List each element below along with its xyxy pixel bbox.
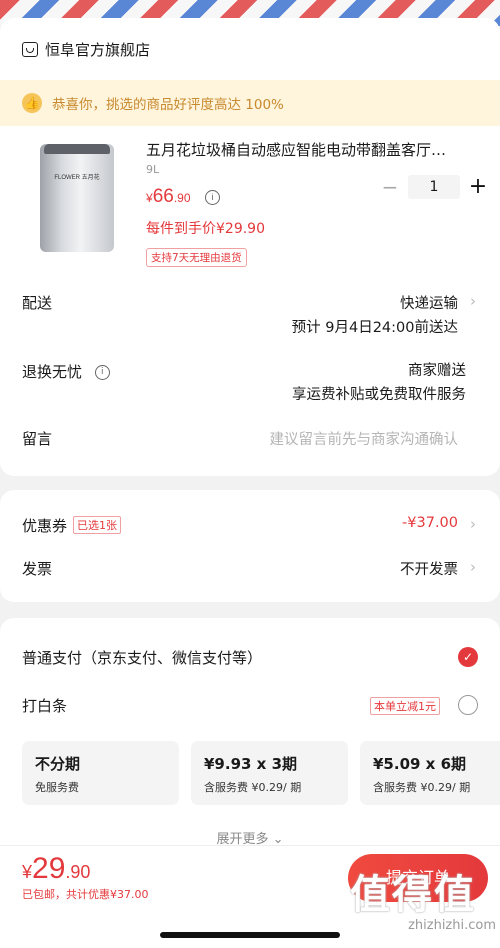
coupon-value: -¥37.00 [402, 515, 458, 531]
savings-text: 已包邮，共计优惠¥37.00 [22, 888, 149, 901]
message-input[interactable]: 建议留言前先与商家沟通确认 [270, 428, 459, 449]
delivery-method: 快递运输 [400, 296, 458, 312]
delivery-eta: 预计 9月4日24:00前送达 [291, 320, 458, 336]
product-image[interactable]: FLOWER 五月花 [40, 144, 114, 252]
returns-line1: 商家赠送 [408, 363, 466, 379]
price-decimal: .90 [173, 191, 191, 205]
info-icon[interactable]: i [204, 190, 220, 205]
installment-plan-6[interactable]: ¥5.09 x 6期 含服务费 ¥0.29/ 期 [360, 741, 500, 805]
returns-line2: 享运费补贴或免费取件服务 [292, 387, 466, 403]
installment-plan-none[interactable]: 不分期 免服务费 [22, 741, 179, 805]
praise-banner: 👍 恭喜你，挑选的商品好评度高达 100% [0, 80, 500, 126]
product-price: ¥66.90 i [146, 186, 220, 208]
payment-baitiao-label: 打白条 [22, 697, 68, 715]
home-indicator[interactable] [160, 932, 340, 938]
chevron-right-icon: › [470, 292, 476, 310]
total-decimal: .90 [65, 862, 91, 882]
returns-label: 退换无忧 i [22, 361, 110, 382]
product-row[interactable]: FLOWER 五月花 五月花垃圾桶自动感应智能电动带翻盖客厅… 9L ¥66.9… [0, 126, 500, 276]
payment-normal-label: 普通支付（京东支付、微信支付等） [22, 649, 263, 667]
coupon-row[interactable]: 优惠券 已选1张 -¥37.00 › [0, 515, 500, 539]
watermark-glyphs: 值得值 [350, 872, 476, 918]
watermark: 值得值 zhizhizhi.com [350, 862, 496, 933]
message-row[interactable]: 留言 建议留言前先与商家沟通确认 [0, 428, 500, 452]
return-tag: 支持7天无理由退货 [146, 248, 247, 267]
baitiao-radio[interactable] [458, 695, 478, 715]
total-price: ¥29.90 [22, 852, 91, 885]
chevron-right-icon: › [470, 558, 476, 576]
quantity-input[interactable]: 1 [408, 174, 460, 199]
price-integer: 66 [152, 186, 174, 207]
installment-plan-3[interactable]: ¥9.93 x 3期 含服务费 ¥0.29/ 期 [191, 741, 348, 805]
coupon-badge: 已选1张 [73, 516, 122, 534]
thumbs-up-icon: 👍 [22, 93, 42, 113]
product-title[interactable]: 五月花垃圾桶自动感应智能电动带翻盖客厅… [146, 139, 466, 160]
invoice-label: 发票 [22, 560, 53, 578]
total-integer: 29 [32, 852, 66, 885]
message-label: 留言 [22, 430, 53, 448]
info-icon[interactable]: i [94, 365, 110, 380]
chevron-right-icon: › [470, 515, 476, 533]
delivery-label: 配送 [22, 294, 53, 312]
coupon-label: 优惠券 已选1张 [22, 515, 122, 536]
baitiao-promo-badge: 本单立减1元 [370, 697, 440, 715]
delivery-row[interactable]: 配送 快递运输 › 预计 9月4日24:00前送达 [0, 290, 500, 340]
payment-normal-row[interactable]: 普通支付（京东支付、微信支付等） ✓ [0, 647, 500, 671]
praise-text: 恭喜你，挑选的商品好评度高达 100% [52, 97, 284, 113]
decrease-button[interactable]: − [380, 175, 400, 199]
payment-baitiao-row[interactable]: 打白条 本单立减1元 [0, 695, 500, 719]
product-logo: FLOWER 五月花 [54, 175, 100, 181]
store-header[interactable]: 恒阜官方旗舰店 [0, 18, 500, 80]
store-name: 恒阜官方旗舰店 [45, 40, 151, 59]
store-icon [22, 41, 38, 57]
checkmark-icon[interactable]: ✓ [458, 647, 478, 667]
invoice-value: 不开发票 [400, 562, 458, 578]
quantity-stepper: − 1 + [380, 174, 488, 199]
invoice-row[interactable]: 发票 不开发票 › [0, 558, 500, 582]
discount-card [0, 490, 500, 602]
increase-button[interactable]: + [468, 174, 488, 199]
unit-price: 每件到手价¥29.90 [146, 221, 265, 237]
watermark-url: zhizhizhi.com [408, 918, 496, 933]
returns-row[interactable]: 退换无忧 i 商家赠送 享运费补贴或免费取件服务 [0, 359, 500, 409]
product-spec: 9L [146, 163, 160, 176]
